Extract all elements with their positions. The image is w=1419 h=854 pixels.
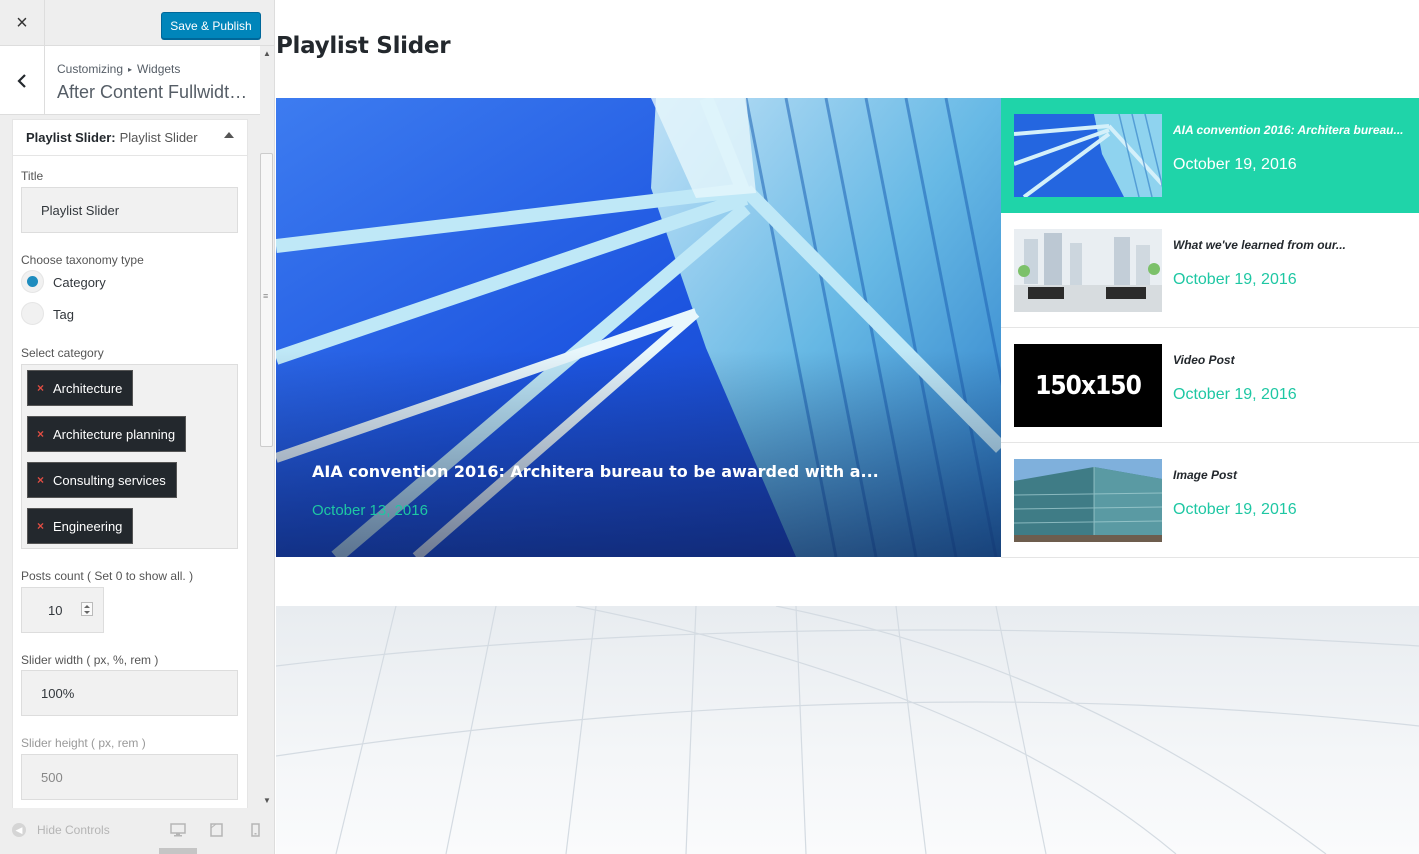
hero-overlay <box>276 98 1001 557</box>
chevron-left-icon <box>17 73 26 88</box>
category-chip[interactable]: × Architecture planning <box>27 416 187 452</box>
widget-instance-title: Playlist Slider <box>119 130 198 145</box>
widget-header[interactable]: Playlist Slider: Playlist Slider <box>13 120 247 156</box>
background-architecture-image <box>276 606 1419 854</box>
title-input[interactable]: Playlist Slider <box>21 187 238 233</box>
playlist: AIA convention 2016: Architera bureau...… <box>1001 98 1419 558</box>
category-chip-label: Engineering <box>53 518 123 534</box>
category-chip-label: Architecture <box>53 380 123 396</box>
radio-tag-label: Tag <box>53 307 74 322</box>
hero-title[interactable]: AIA convention 2016: Architera bureau to… <box>312 462 879 481</box>
taxonomy-label: Choose taxonomy type <box>21 253 144 267</box>
slider-width-input[interactable]: 100% <box>21 670 238 716</box>
remove-icon[interactable]: × <box>37 519 44 533</box>
playlist-item[interactable]: 150x150 Video Post October 19, 2016 <box>1001 328 1419 443</box>
hide-controls-label: Hide Controls <box>37 823 110 837</box>
category-label: Select category <box>21 346 104 360</box>
section-header: Customizing ▸ Widgets After Content Fullwi… <box>0 46 260 115</box>
customizer-topbar: × Save & Publish <box>0 0 274 46</box>
posts-count-input[interactable]: 10 <box>21 587 104 633</box>
playlist-item[interactable]: What we've learned from our... October 1… <box>1001 213 1419 328</box>
office-thumbnail-image <box>1014 229 1162 312</box>
title-label: Title <box>21 169 44 183</box>
radio-tag[interactable] <box>21 302 44 325</box>
active-device-indicator <box>159 848 197 854</box>
playlist-item-date: October 19, 2016 <box>1173 271 1297 288</box>
category-chip[interactable]: × Architecture <box>27 370 134 406</box>
playlist-item-date: October 19, 2016 <box>1173 386 1297 403</box>
close-icon: × <box>16 11 28 34</box>
playlist-thumbnail <box>1014 114 1162 197</box>
hero-date: October 13, 2016 <box>312 502 428 519</box>
back-button[interactable] <box>0 46 45 115</box>
category-chip-label: Architecture planning <box>53 426 176 442</box>
save-publish-button[interactable]: Save & Publish <box>161 12 261 39</box>
category-chip[interactable]: × Engineering <box>27 508 134 544</box>
playlist-item-date: October 19, 2016 <box>1173 156 1297 173</box>
playlist-item[interactable]: AIA convention 2016: Architera bureau...… <box>1001 98 1419 213</box>
remove-icon[interactable]: × <box>37 381 44 395</box>
scroll-grip-icon: ≡ <box>263 291 269 301</box>
widget-name: Playlist Slider: <box>26 130 116 145</box>
tablet-device-icon[interactable] <box>210 823 223 837</box>
customizer-sidebar: × Save & Publish Customizing ▸ Widgets Aft… <box>0 0 275 854</box>
desktop-device-icon[interactable] <box>170 823 186 837</box>
playlist-item-title: What we've learned from our... <box>1173 238 1346 252</box>
section-title: After Content Fullwidth... <box>57 82 252 102</box>
number-spinner-icon[interactable] <box>81 602 93 616</box>
glass-building-thumbnail-image <box>1014 459 1162 542</box>
playlist-item[interactable]: Image Post October 19, 2016 <box>1001 443 1419 558</box>
playlist-item-date: October 19, 2016 <box>1173 501 1297 518</box>
page-title: Playlist Slider <box>276 33 451 59</box>
close-customizer-button[interactable]: × <box>0 0 45 46</box>
customizer-footer: ◀ Hide Controls <box>0 808 274 854</box>
radio-category-label: Category <box>53 275 106 290</box>
slider-width-label: Slider width ( px, %, rem ) <box>21 653 159 667</box>
remove-icon[interactable]: × <box>37 473 44 487</box>
slider-height-input[interactable]: 500 <box>21 754 238 800</box>
scroll-down-icon[interactable]: ▼ <box>263 796 271 805</box>
breadcrumb: Customizing ▸ Widgets <box>57 62 180 76</box>
playlist-item-title: Video Post <box>1173 353 1235 367</box>
building-thumbnail-image <box>1014 114 1162 197</box>
breadcrumb-root: Customizing <box>57 62 124 76</box>
category-chip-label: Consulting services <box>53 472 166 488</box>
hide-controls-button[interactable]: ◀ Hide Controls <box>12 823 110 837</box>
mobile-device-icon[interactable] <box>251 823 260 837</box>
radio-selected-dot <box>27 276 38 287</box>
remove-icon[interactable]: × <box>37 427 44 441</box>
collapse-arrow-icon[interactable] <box>224 132 234 138</box>
breadcrumb-current: Widgets <box>137 62 181 76</box>
placeholder-thumbnail: 150x150 <box>1014 344 1162 427</box>
breadcrumb-separator: ▸ <box>128 65 133 74</box>
posts-count-label: Posts count ( Set 0 to show all. ) <box>21 569 194 583</box>
category-multiselect[interactable]: × Architecture × Architecture planning ×… <box>21 364 238 549</box>
playlist-thumbnail <box>1014 459 1162 542</box>
playlist-slider-widget: Playlist Slider: Playlist Slider Title P… <box>12 119 248 809</box>
playlist-thumbnail <box>1014 229 1162 312</box>
scroll-up-icon[interactable]: ▲ <box>263 49 271 58</box>
posts-count-value: 10 <box>48 603 63 618</box>
glass-facade-background <box>276 606 1419 854</box>
collapse-left-icon: ◀ <box>12 823 26 837</box>
radio-category[interactable] <box>21 270 44 293</box>
hero-slide[interactable]: AIA convention 2016: Architera bureau to… <box>276 98 1001 557</box>
site-preview: Playlist Slider AIA convention 2016: Arc… <box>276 0 1419 854</box>
playlist-item-title: AIA convention 2016: Architera bureau... <box>1173 123 1404 137</box>
category-chip[interactable]: × Consulting services <box>27 462 177 498</box>
slider-height-label: Slider height ( px, rem ) <box>21 736 146 750</box>
playlist-item-title: Image Post <box>1173 468 1238 482</box>
